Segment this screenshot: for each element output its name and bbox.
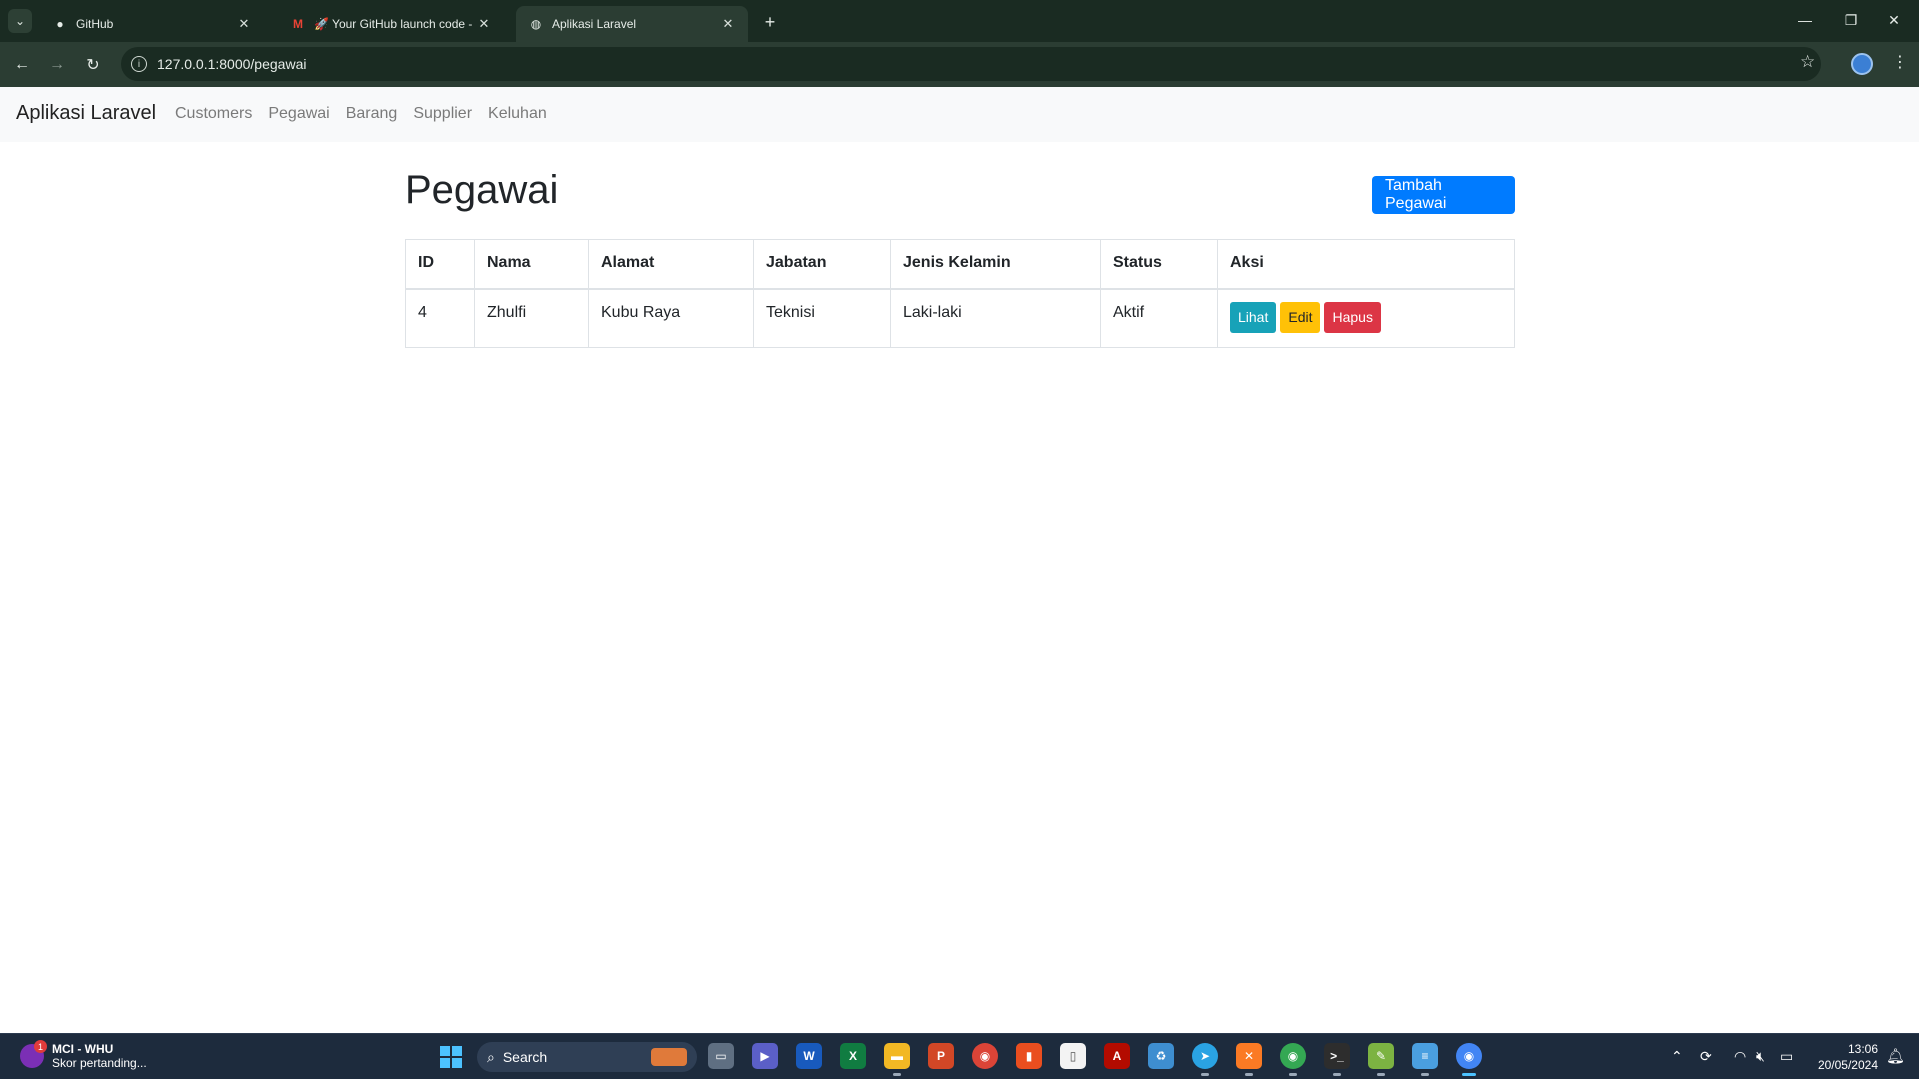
navbar-links: Customers Pegawai Barang Supplier Keluha… bbox=[175, 105, 547, 123]
view-button[interactable]: Lihat bbox=[1230, 301, 1277, 333]
office-icon[interactable]: ▮ bbox=[1016, 1043, 1042, 1069]
clock-time: 13:06 bbox=[1847, 1042, 1878, 1056]
notification-bell-icon[interactable]: 🔔︎ bbox=[1886, 1047, 1905, 1065]
nav-link-barang[interactable]: Barang bbox=[346, 105, 398, 123]
navbar-brand[interactable]: Aplikasi Laravel bbox=[16, 102, 156, 125]
bookmark-star-icon[interactable]: ☆ bbox=[1800, 52, 1815, 72]
widget-badge: 1 bbox=[34, 1040, 47, 1053]
forward-button[interactable]: → bbox=[44, 52, 70, 78]
nav-link-pegawai[interactable]: Pegawai bbox=[268, 105, 329, 123]
edit-button[interactable]: Edit bbox=[1280, 301, 1321, 333]
column-header-nama: Nama bbox=[474, 239, 589, 290]
file-icon[interactable]: ▯ bbox=[1060, 1043, 1086, 1069]
page-title: Pegawai bbox=[405, 168, 559, 212]
cell-jenis-kelamin: Laki-laki bbox=[890, 288, 1101, 348]
tab-gmail[interactable]: M 🚀 Your GitHub launch code - ✕ bbox=[278, 6, 504, 42]
tab-github[interactable]: ● GitHub ✕ bbox=[40, 6, 264, 42]
taskbar-clock[interactable]: 13:06 20/05/2024 bbox=[1806, 1041, 1878, 1073]
globe-icon: ◍ bbox=[530, 17, 542, 31]
minimize-button[interactable]: — bbox=[1785, 8, 1825, 32]
volume-muted-icon[interactable]: 🔇︎ bbox=[1756, 1048, 1765, 1065]
cell-jabatan: Teknisi bbox=[753, 288, 891, 348]
site-info-icon[interactable]: i bbox=[131, 56, 147, 72]
new-tab-button[interactable]: + bbox=[758, 10, 782, 34]
recycle-bin-icon[interactable]: ♻ bbox=[1148, 1043, 1174, 1069]
terminal-icon[interactable]: >_ bbox=[1324, 1043, 1350, 1076]
profile-avatar[interactable] bbox=[1851, 53, 1873, 75]
chrome-profile-icon[interactable]: ◉ bbox=[1280, 1043, 1306, 1076]
task-view-icon[interactable]: ▭ bbox=[708, 1043, 734, 1069]
column-header-aksi: Aksi bbox=[1217, 239, 1515, 290]
close-window-button[interactable]: ✕ bbox=[1874, 8, 1914, 32]
row-actions: Lihat Edit Hapus bbox=[1230, 301, 1502, 333]
address-bar[interactable]: i 127.0.0.1:8000/pegawai bbox=[121, 47, 1821, 81]
taskbar-search[interactable]: ⌕ Search bbox=[477, 1042, 697, 1072]
browser-toolbar: ← → ↻ i 127.0.0.1:8000/pegawai bbox=[0, 42, 1919, 87]
column-header-id: ID bbox=[405, 239, 475, 290]
news-widget[interactable]: 1 MCI - WHU Skor pertanding... bbox=[20, 1040, 147, 1070]
column-header-jenis-kelamin: Jenis Kelamin bbox=[890, 239, 1101, 290]
acrobat-icon[interactable]: A bbox=[1104, 1043, 1130, 1069]
tray-overflow-icon[interactable]: ⌃ bbox=[1671, 1048, 1683, 1065]
gmail-icon: M bbox=[293, 17, 303, 31]
cell-aksi: Lihat Edit Hapus bbox=[1217, 288, 1515, 348]
search-icon: ⌕ bbox=[487, 1048, 495, 1065]
close-tab-icon[interactable]: ✕ bbox=[476, 16, 492, 32]
app-navbar: Aplikasi Laravel Customers Pegawai Baran… bbox=[0, 87, 1919, 142]
close-tab-icon[interactable]: ✕ bbox=[720, 16, 736, 32]
widget-subtitle: Skor pertanding... bbox=[52, 1056, 147, 1070]
notepad-plus-icon[interactable]: ✎ bbox=[1368, 1043, 1394, 1076]
windows-taskbar: 1 MCI - WHU Skor pertanding... ⌕ Search … bbox=[0, 1033, 1919, 1079]
nav-link-customers[interactable]: Customers bbox=[175, 105, 252, 123]
start-button[interactable] bbox=[440, 1046, 462, 1068]
column-header-jabatan: Jabatan bbox=[753, 239, 891, 290]
sync-icon[interactable]: ⟳ bbox=[1700, 1048, 1712, 1065]
close-tab-icon[interactable]: ✕ bbox=[236, 16, 252, 32]
tab-search-button[interactable]: ⌄ bbox=[8, 9, 32, 33]
file-explorer-icon[interactable]: ▬ bbox=[884, 1043, 910, 1076]
url-text[interactable]: 127.0.0.1:8000/pegawai bbox=[157, 56, 306, 72]
excel-icon[interactable]: X bbox=[840, 1043, 866, 1069]
back-button[interactable]: ← bbox=[9, 52, 35, 78]
pegawai-table: ID Nama Alamat Jabatan Jenis Kelamin Sta… bbox=[405, 239, 1515, 348]
widget-logo-icon: 1 bbox=[20, 1040, 47, 1068]
powerpoint-icon[interactable]: P bbox=[928, 1043, 954, 1069]
widget-title: MCI - WHU bbox=[52, 1042, 114, 1056]
menu-kebab-icon[interactable]: ⋮ bbox=[1892, 52, 1908, 72]
nav-link-supplier[interactable]: Supplier bbox=[413, 105, 472, 123]
battery-icon[interactable]: ▭ bbox=[1780, 1048, 1793, 1065]
cell-alamat: Kubu Raya bbox=[588, 288, 754, 348]
search-placeholder: Search bbox=[502, 1049, 548, 1065]
reload-button[interactable]: ↻ bbox=[80, 52, 106, 78]
github-icon: ● bbox=[56, 17, 64, 31]
chrome-active-icon[interactable]: ◉ bbox=[1456, 1043, 1482, 1076]
teams-icon[interactable]: ▶ bbox=[752, 1043, 778, 1069]
chrome-icon[interactable]: ◉ bbox=[972, 1043, 998, 1069]
wifi-icon[interactable]: ◠ bbox=[1734, 1048, 1746, 1065]
add-pegawai-button[interactable]: Tambah Pegawai bbox=[1372, 176, 1515, 214]
search-highlight-icon bbox=[651, 1048, 687, 1066]
cell-status: Aktif bbox=[1100, 288, 1218, 348]
browser-tab-strip: ⌄ ● GitHub ✕ M 🚀 Your GitHub launch code… bbox=[0, 0, 1919, 42]
table-header-row: ID Nama Alamat Jabatan Jenis Kelamin Sta… bbox=[405, 239, 1515, 290]
table-row: 4 Zhulfi Kubu Raya Teknisi Laki-laki Akt… bbox=[405, 288, 1515, 348]
restore-button[interactable]: ❐ bbox=[1831, 8, 1871, 32]
cell-id: 4 bbox=[405, 288, 475, 348]
cell-nama: Zhulfi bbox=[474, 288, 589, 348]
delete-button[interactable]: Hapus bbox=[1324, 301, 1381, 333]
clock-date: 20/05/2024 bbox=[1817, 1058, 1878, 1072]
xampp-icon[interactable]: ✕ bbox=[1236, 1043, 1262, 1076]
telegram-icon[interactable]: ➤ bbox=[1192, 1043, 1218, 1076]
column-header-alamat: Alamat bbox=[588, 239, 754, 290]
word-icon[interactable]: W bbox=[796, 1043, 822, 1069]
column-header-status: Status bbox=[1100, 239, 1218, 290]
nav-link-keluhan[interactable]: Keluhan bbox=[488, 105, 547, 123]
notepad-icon[interactable]: ≡ bbox=[1412, 1043, 1438, 1076]
tab-aplikasi-laravel[interactable]: ◍ Aplikasi Laravel ✕ bbox=[516, 6, 748, 42]
